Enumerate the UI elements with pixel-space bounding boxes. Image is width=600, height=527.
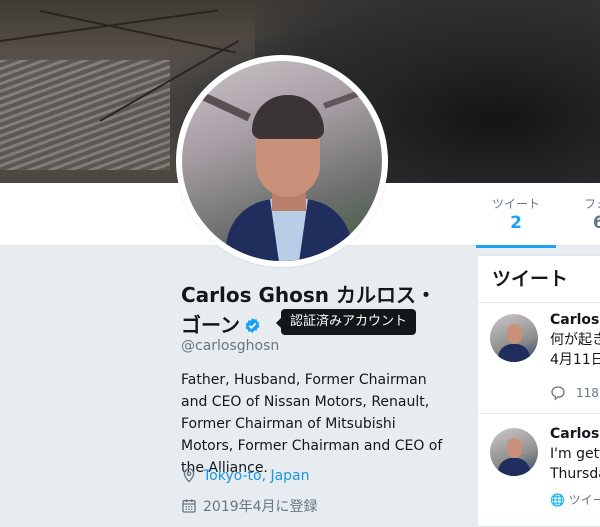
profile-location-link[interactable]: Tokyo-to, Japan	[203, 468, 310, 484]
profile-name-line2: ゴーン	[181, 313, 240, 337]
tweet-date[interactable]: 4月11日	[550, 350, 600, 370]
profile-bio: Father, Husband, Former Chairman and CEO…	[181, 372, 443, 476]
profile-handle[interactable]: @carlosghosn	[181, 338, 279, 354]
tweet-avatar[interactable]	[490, 428, 538, 476]
profile-avatar[interactable]	[176, 55, 388, 267]
tab-followers[interactable]: フォロ 6,	[572, 195, 600, 233]
tab-tweets[interactable]: ツイート 2	[476, 195, 556, 248]
tweet-text: I'm getti	[550, 446, 600, 462]
profile-location: Tokyo-to, Japan	[181, 467, 310, 484]
verified-tooltip: 認証済みアカウント	[275, 309, 417, 335]
verified-badge-icon[interactable]	[244, 317, 261, 334]
reply-count: 118	[576, 386, 599, 400]
profile-joined: 2019年4月に登録	[181, 496, 318, 516]
location-pin-icon	[183, 468, 195, 483]
tab-tweets-count: 2	[510, 213, 522, 233]
tweet-author[interactable]: Carlos	[550, 424, 599, 444]
feed-title: ツイート	[492, 268, 569, 290]
reply-icon	[551, 386, 565, 401]
profile-name-line1: Carlos Ghosn カルロス・	[181, 283, 436, 307]
tab-followers-count: 6,	[592, 213, 600, 233]
tweet-footer-text: ツイー	[568, 493, 600, 507]
tab-tweets-label: ツイート	[491, 197, 540, 211]
feed-divider	[478, 302, 600, 303]
tweet-text: 何が起き	[550, 332, 600, 348]
avatar-photo	[182, 61, 382, 261]
tweet-author[interactable]: Carlos	[550, 310, 599, 330]
reply-button[interactable]: 118	[550, 385, 599, 401]
tweet-avatar[interactable]	[490, 314, 538, 362]
globe-icon: 🌐	[550, 493, 565, 507]
profile-joined-text: 2019年4月に登録	[203, 499, 318, 515]
tweet-text: Thursda	[550, 466, 600, 482]
feed-divider	[478, 413, 600, 414]
tweet-feed: ツイート Carlos 何が起き 4月11日 118 Carlos I'm ge…	[477, 255, 600, 527]
tweet-footer: 🌐 ツイー	[550, 491, 600, 508]
banner-roof	[0, 60, 170, 170]
tab-followers-label: フォロ	[583, 197, 600, 211]
calendar-icon	[182, 499, 196, 513]
